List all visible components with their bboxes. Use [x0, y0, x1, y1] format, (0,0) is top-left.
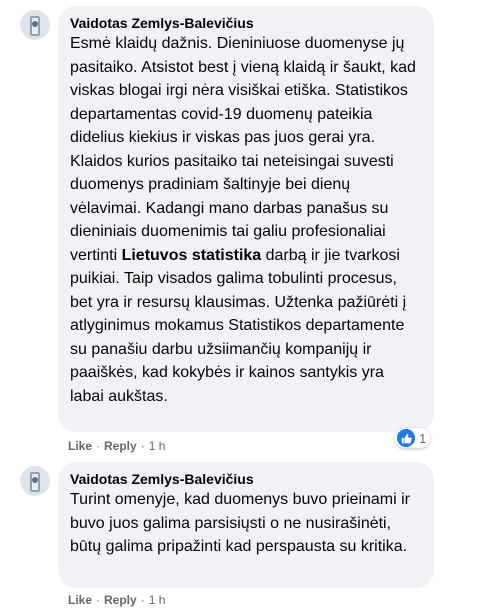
comment-text: Esmė klaidų dažnis. Dieniniuose duomenys… — [70, 32, 422, 408]
comment-text-part: darbą ir jie tvarkosi puikiai. Taip visa… — [70, 246, 407, 405]
reaction-summary[interactable]: 1 — [395, 428, 431, 448]
thumbs-up-icon — [397, 429, 415, 447]
reaction-count: 1 — [419, 430, 427, 446]
comment-author[interactable]: Vaidotas Zemlys-Balevičius — [70, 14, 422, 32]
avatar-image — [21, 467, 49, 495]
comment-actions: Like · Reply · 1 h — [68, 592, 165, 608]
separator: · — [96, 593, 101, 607]
separator: · — [140, 593, 145, 607]
mention-link[interactable]: Lietuvos statistika — [122, 247, 262, 264]
like-button[interactable]: Like — [68, 593, 92, 607]
timestamp[interactable]: 1 h — [149, 593, 166, 607]
reply-button[interactable]: Reply — [104, 439, 137, 453]
comment-bubble: Vaidotas Zemlys-Balevičius Turint omenyj… — [58, 462, 434, 588]
comment-text: Turint omenyje, kad duomenys buvo priein… — [70, 491, 411, 555]
comment-actions: Like · Reply · 1 h — [68, 438, 165, 454]
avatar-image — [21, 11, 49, 39]
like-button[interactable]: Like — [68, 439, 92, 453]
avatar[interactable] — [20, 466, 50, 496]
comment-author[interactable]: Vaidotas Zemlys-Balevičius — [70, 470, 422, 488]
comment-bubble: Vaidotas Zemlys-Balevičius Esmė klaidų d… — [58, 6, 434, 432]
reply-button[interactable]: Reply — [104, 593, 137, 607]
separator: · — [96, 439, 101, 453]
comment-text-part: Esmė klaidų dažnis. Dieniniuose duomenys… — [70, 35, 416, 264]
separator: · — [140, 439, 145, 453]
avatar[interactable] — [20, 10, 50, 40]
timestamp[interactable]: 1 h — [149, 439, 166, 453]
